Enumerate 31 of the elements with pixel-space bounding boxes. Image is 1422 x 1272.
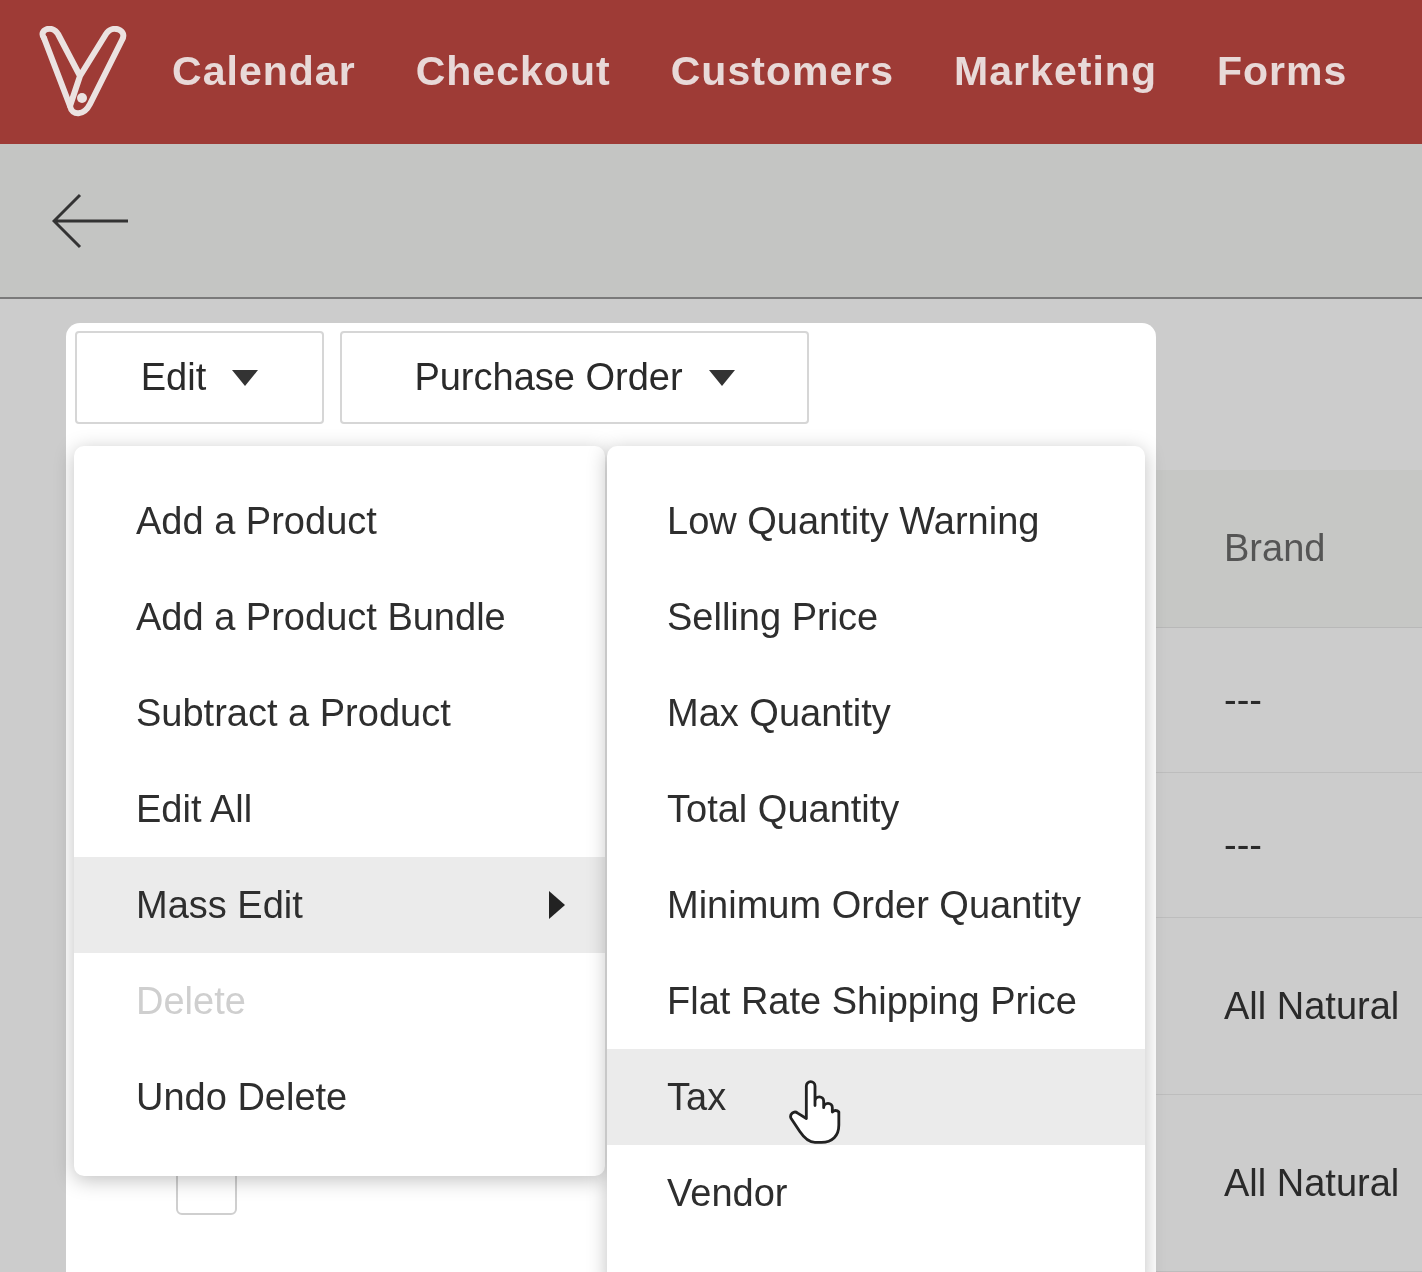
menu-item[interactable]: Minimum Order Quantity (607, 857, 1145, 953)
column-header: Brand (1156, 470, 1422, 628)
caret-icon (708, 369, 735, 386)
nav-link[interactable]: Customers (670, 41, 895, 103)
table-cell-text: All Natural (1224, 983, 1400, 1029)
back-arrow-icon[interactable] (52, 192, 130, 249)
nav-link[interactable]: Calendar (172, 41, 356, 103)
menu-item[interactable]: Edit All (74, 761, 605, 857)
table-cell-text: --- (1224, 822, 1262, 868)
menu-item[interactable]: Vendor (607, 1145, 1145, 1241)
menu-item[interactable]: Total Quantity (607, 761, 1145, 857)
submenu-arrow-icon (549, 891, 565, 919)
nav-link[interactable]: Checkout (415, 41, 611, 103)
hand-pointer-icon (789, 1079, 841, 1145)
menu-item[interactable]: Selling Price (607, 569, 1145, 665)
menu-item[interactable]: Add a Product Bundle (74, 569, 605, 665)
menu-item[interactable]: Add a Product (74, 473, 605, 569)
menu-item[interactable]: Tax (607, 1049, 1145, 1145)
menu-item[interactable]: Mass Edit (74, 857, 605, 953)
dropdown-button[interactable]: Purchase Order (340, 331, 809, 424)
menu-item[interactable]: Undo Delete (74, 1049, 605, 1145)
caret-icon (232, 369, 259, 386)
menu-item[interactable]: Low Quantity Warning (607, 473, 1145, 569)
menu-item[interactable]: Max Quantity (607, 665, 1145, 761)
menu-item[interactable]: Flat Rate Shipping Price (607, 953, 1145, 1049)
dropdown-button[interactable]: Edit (75, 331, 324, 424)
nav-link[interactable]: Forms (1216, 41, 1348, 103)
menu-item[interactable]: Subtract a Product (74, 665, 605, 761)
table-cell-text: All Natural (1224, 1160, 1400, 1206)
table-cell-text: --- (1224, 677, 1262, 723)
nav-link[interactable]: Marketing (954, 41, 1157, 103)
